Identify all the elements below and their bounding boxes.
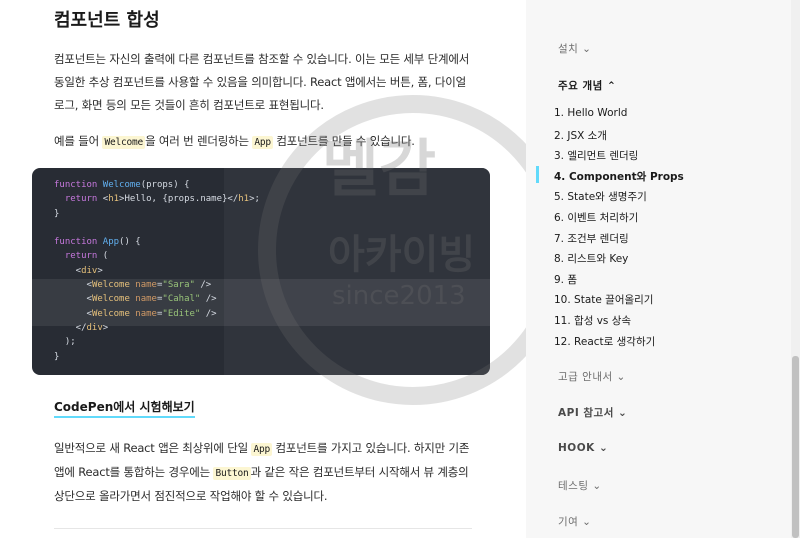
code-pane-right <box>224 168 490 375</box>
chevron-down-icon: ⌄ <box>582 516 592 528</box>
label: 설치 <box>558 43 579 55</box>
inline-code-button: Button <box>213 467 251 480</box>
sidebar-section-api[interactable]: API 참고서 ⌄ <box>558 405 627 420</box>
code-line: function Welcome(props) { <box>54 180 190 190</box>
sidebar-item[interactable]: 5. State와 생명주기 <box>554 189 647 204</box>
sidebar-item[interactable]: 6. 이벤트 처리하기 <box>554 210 638 225</box>
sidebar-section-install[interactable]: 설치 ⌄ <box>558 41 591 56</box>
code-content: function Welcome(props) { return <h1>Hel… <box>54 178 260 364</box>
sidebar-item[interactable]: 7. 조건부 렌더링 <box>554 231 629 246</box>
text: 컴포넌트를 만들 수 있습니다. <box>272 134 415 148</box>
code-line: <Welcome name="Cahal" /> <box>54 294 217 305</box>
docs-sidebar: 설치 ⌄ 주요 개념 ⌃ 1. Hello World 2. JSX 소개 3. 엘… <box>526 0 800 538</box>
sidebar-item[interactable]: 4. Component와 Props <box>554 169 684 184</box>
sidebar-section-advanced[interactable]: 고급 안내서 ⌄ <box>558 369 626 384</box>
chevron-down-icon: ⌄ <box>598 442 609 454</box>
chevron-up-icon: ⌃ <box>606 80 617 92</box>
code-line: } <box>54 208 60 219</box>
code-block: function Welcome(props) { return <h1>Hel… <box>32 168 490 375</box>
inline-code-welcome: Welcome <box>102 136 146 149</box>
label: 기여 <box>558 516 579 528</box>
sidebar-item[interactable]: 1. Hello World <box>554 107 627 119</box>
code-line: function App() { <box>54 237 141 248</box>
divider <box>54 528 472 529</box>
sidebar-section-main-concepts[interactable]: 주요 개념 ⌃ <box>558 78 616 93</box>
label: HOOK <box>558 442 595 454</box>
code-line: } <box>54 351 60 362</box>
label: 고급 안내서 <box>558 371 613 383</box>
code-line: <div> <box>54 265 103 276</box>
sidebar-item[interactable]: 3. 엘리먼트 렌더링 <box>554 148 638 163</box>
section-heading: 컴포넌트 합성 <box>54 10 160 31</box>
code-line: <Welcome name="Sara" /> <box>54 280 212 291</box>
label: 테스팅 <box>558 480 589 492</box>
code-line: return <h1>Hello, {props.name}</h1>; <box>64 194 260 205</box>
code-line: <Welcome name="Edite" /> <box>54 308 217 319</box>
paragraph-composition: 컴포넌트는 자신의 출력에 다른 컴포넌트를 참조할 수 있습니다. 이는 모든… <box>54 52 470 112</box>
sidebar-item[interactable]: 9. 폼 <box>554 272 577 287</box>
text: 일반적으로 새 React 앱은 최상위에 단일 <box>54 441 252 455</box>
inline-code-app: App <box>252 136 273 149</box>
inline-code-app: App <box>251 443 273 456</box>
label: 주요 개념 <box>558 80 603 92</box>
code-line: </div> <box>54 322 109 333</box>
chevron-down-icon: ⌄ <box>592 480 602 492</box>
sidebar-item[interactable]: 2. JSX 소개 <box>554 128 607 143</box>
code-line: return ( <box>64 251 109 262</box>
paragraph-example: 예를 들어 Welcome 을 여러 번 렌더링하는 App 컴포넌트를 만들 수… <box>54 130 472 154</box>
scrollbar-thumb[interactable] <box>792 356 799 538</box>
chevron-down-icon: ⌄ <box>582 43 592 55</box>
code-line: ); <box>54 337 76 348</box>
paragraph-app-structure: 일반적으로 새 React 앱은 최상위에 단일 App 컴포넌트를 가지고 있… <box>54 437 472 508</box>
sidebar-section-testing[interactable]: 테스팅 ⌄ <box>558 478 602 493</box>
sidebar-item[interactable]: 8. 리스트와 Key <box>554 251 628 266</box>
text: 을 여러 번 렌더링하는 <box>145 134 253 148</box>
sidebar-section-hook[interactable]: HOOK ⌄ <box>558 442 608 454</box>
sidebar-section-contributing[interactable]: 기여 ⌄ <box>558 514 591 529</box>
sidebar-item[interactable]: 10. State 끌어올리기 <box>554 292 653 307</box>
scrollbar-track[interactable] <box>791 0 800 538</box>
active-indicator <box>536 166 539 183</box>
text: 예를 들어 <box>54 134 103 148</box>
codepen-link[interactable]: CodePen에서 시험해보기 <box>54 398 195 418</box>
main-content: 컴포넌트 합성 컴포넌트는 자신의 출력에 다른 컴포넌트를 참조할 수 있습니… <box>0 0 526 538</box>
chevron-down-icon: ⌄ <box>618 407 628 419</box>
sidebar-item[interactable]: 12. React로 생각하기 <box>554 334 655 349</box>
chevron-down-icon: ⌄ <box>616 371 626 383</box>
sidebar-item[interactable]: 11. 합성 vs 상속 <box>554 313 631 328</box>
label: API 참고서 <box>558 407 614 419</box>
